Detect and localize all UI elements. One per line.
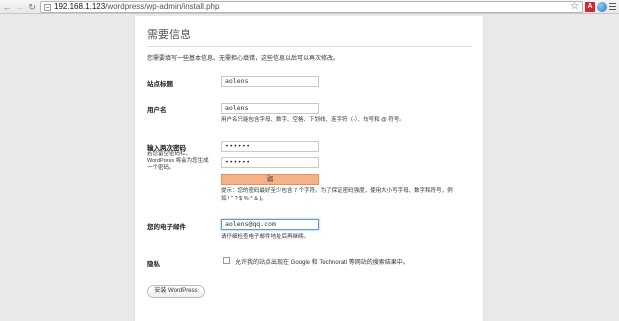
url-host: 192.168.1.123 <box>54 2 106 11</box>
install-wordpress-button[interactable]: 安装 WordPress <box>147 285 205 298</box>
install-form-panel: 需要信息 您需要填写一些基本信息。无需担心填错，这些信息以后可以再次修改。 站点… <box>134 16 484 321</box>
arrow-left-icon[interactable]: ← <box>2 2 12 12</box>
page-icon <box>44 4 51 11</box>
url-path: /wordpress/wp-admin/install.php <box>105 2 220 11</box>
intro-text: 您需要填写一些基本信息。无需担心填错，这些信息以后可以再次修改。 <box>147 56 340 62</box>
star-icon[interactable]: ☆ <box>570 1 579 12</box>
password-note: 若您留空密码栏， WordPress 将会为您生成 一个密码。 <box>147 151 215 172</box>
password-note-line: 一个密码。 <box>147 165 175 171</box>
email-label: 您的电子邮件 <box>147 224 186 231</box>
username-help: 用户名只能包含字母、数字、空格、下划线、连字符（-）、句号和 @ 符号。 <box>221 117 405 123</box>
password-hint: 提示：您的密码最好至少包含 7 个字符。为了保证密码强度，使用大小写字母、数字和… <box>221 188 453 203</box>
username-label: 用户名 <box>147 107 167 114</box>
privacy-checkbox-label[interactable]: 允许我的站点出现在 Google 和 Technorati 等网站的搜索结果中。 <box>235 257 409 266</box>
site-title-input[interactable]: aolens <box>221 76 319 87</box>
username-input[interactable]: aolens <box>221 103 319 114</box>
adobe-icon[interactable]: A <box>585 2 595 12</box>
password-note-line: 若您留空密码栏， <box>147 151 192 157</box>
address-bar[interactable]: 192.168.1.123/wordpress/wp-admin/install… <box>40 1 583 13</box>
privacy-checkbox[interactable] <box>223 257 230 264</box>
arrow-right-icon[interactable]: → <box>14 2 24 12</box>
password-hint-line: 如 ! " ? $ % ^ & )。 <box>221 195 267 202</box>
password-input-2[interactable]: •••••• <box>221 157 319 168</box>
privacy-label: 隐私 <box>147 261 160 268</box>
password-note-line: WordPress 将会为您生成 <box>147 158 209 164</box>
password-input-1[interactable]: •••••• <box>221 141 319 152</box>
page-title: 需要信息 <box>147 26 472 47</box>
site-title-label: 站点标题 <box>147 81 173 88</box>
email-help: 请仔细检查电子邮件地址后再继续。 <box>221 234 310 240</box>
password-hint-line: 提示：您的密码最好至少包含 7 个字符。为了保证密码强度，使用大小写字母、数字和… <box>221 188 453 194</box>
browser-toolbar: ← → ↻ 192.168.1.123/wordpress/wp-admin/i… <box>0 0 619 14</box>
email-input[interactable]: aolens@qq.com <box>221 219 319 230</box>
page-viewport: 需要信息 您需要填写一些基本信息。无需担心填错，这些信息以后可以再次修改。 站点… <box>0 15 619 321</box>
url-text: 192.168.1.123/wordpress/wp-admin/install… <box>54 2 219 12</box>
menu-icon[interactable] <box>609 3 616 11</box>
globe-icon[interactable] <box>597 2 607 12</box>
reload-icon[interactable]: ↻ <box>27 2 37 12</box>
password-strength-indicator: 弱 <box>221 174 319 185</box>
